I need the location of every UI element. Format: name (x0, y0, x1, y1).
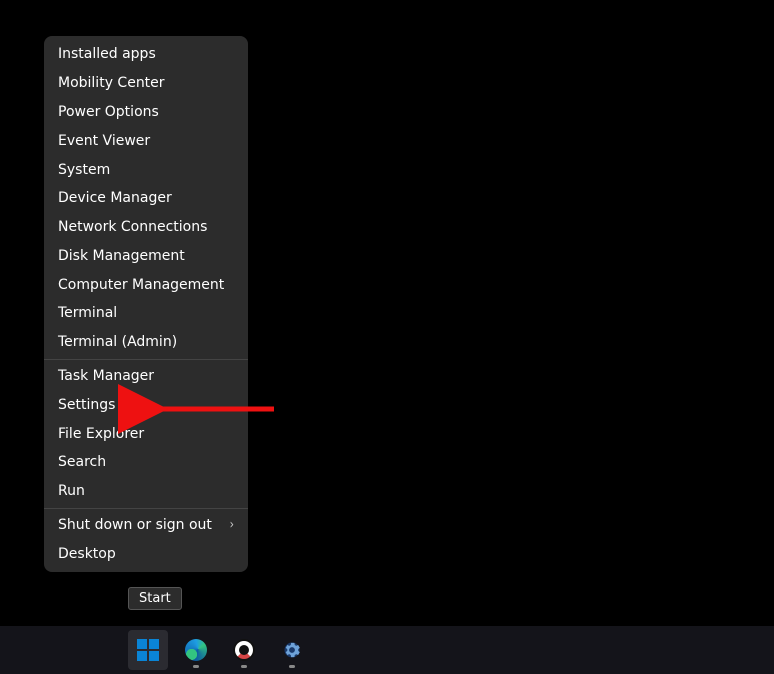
running-indicator (289, 665, 295, 668)
menu-item-settings[interactable]: Settings (44, 390, 248, 419)
start-button[interactable] (128, 630, 168, 670)
menu-item-run[interactable]: Run (44, 477, 248, 506)
menu-item-network-connections[interactable]: Network Connections (44, 213, 248, 242)
app-circle-icon (233, 639, 255, 661)
menu-item-label: Settings (58, 397, 115, 413)
menu-item-file-explorer[interactable]: File Explorer (44, 419, 248, 448)
menu-item-search[interactable]: Search (44, 448, 248, 477)
menu-item-label: Power Options (58, 104, 159, 120)
menu-item-terminal-admin[interactable]: Terminal (Admin) (44, 328, 248, 357)
menu-item-task-manager[interactable]: Task Manager (44, 362, 248, 391)
taskbar-settings-button[interactable] (272, 630, 312, 670)
menu-item-system[interactable]: System (44, 155, 248, 184)
menu-item-label: Desktop (58, 546, 116, 562)
menu-item-label: Run (58, 483, 85, 499)
menu-item-label: Network Connections (58, 219, 207, 235)
menu-item-disk-management[interactable]: Disk Management (44, 241, 248, 270)
taskbar (0, 626, 774, 674)
menu-item-label: Mobility Center (58, 75, 165, 91)
chevron-right-icon: › (230, 517, 234, 533)
taskbar-app-button[interactable] (224, 630, 264, 670)
menu-item-label: Terminal (Admin) (58, 334, 177, 350)
menu-item-label: Search (58, 454, 106, 470)
menu-item-device-manager[interactable]: Device Manager (44, 184, 248, 213)
menu-separator (44, 508, 248, 509)
menu-item-label: System (58, 162, 110, 178)
gear-icon (282, 640, 302, 660)
menu-item-event-viewer[interactable]: Event Viewer (44, 126, 248, 155)
menu-item-label: Device Manager (58, 190, 172, 206)
start-tooltip: Start (128, 587, 182, 610)
menu-item-mobility-center[interactable]: Mobility Center (44, 69, 248, 98)
menu-item-terminal[interactable]: Terminal (44, 299, 248, 328)
menu-separator (44, 359, 248, 360)
menu-item-installed-apps[interactable]: Installed apps (44, 40, 248, 69)
menu-item-desktop[interactable]: Desktop (44, 539, 248, 568)
windows-logo-icon (137, 639, 159, 661)
menu-item-computer-management[interactable]: Computer Management (44, 270, 248, 299)
menu-item-label: Computer Management (58, 277, 224, 293)
menu-item-power-options[interactable]: Power Options (44, 98, 248, 127)
running-indicator (241, 665, 247, 668)
menu-item-label: Task Manager (58, 368, 154, 384)
menu-item-label: Terminal (58, 305, 117, 321)
menu-item-label: Event Viewer (58, 133, 150, 149)
edge-icon (185, 639, 207, 661)
menu-item-shutdown-signout[interactable]: Shut down or sign out › (44, 511, 248, 540)
menu-item-label: Disk Management (58, 248, 185, 264)
winx-context-menu: Installed apps Mobility Center Power Opt… (44, 36, 248, 572)
menu-item-label: File Explorer (58, 426, 144, 442)
running-indicator (193, 665, 199, 668)
menu-item-label: Installed apps (58, 46, 156, 62)
menu-item-label: Shut down or sign out (58, 517, 212, 533)
taskbar-edge-button[interactable] (176, 630, 216, 670)
